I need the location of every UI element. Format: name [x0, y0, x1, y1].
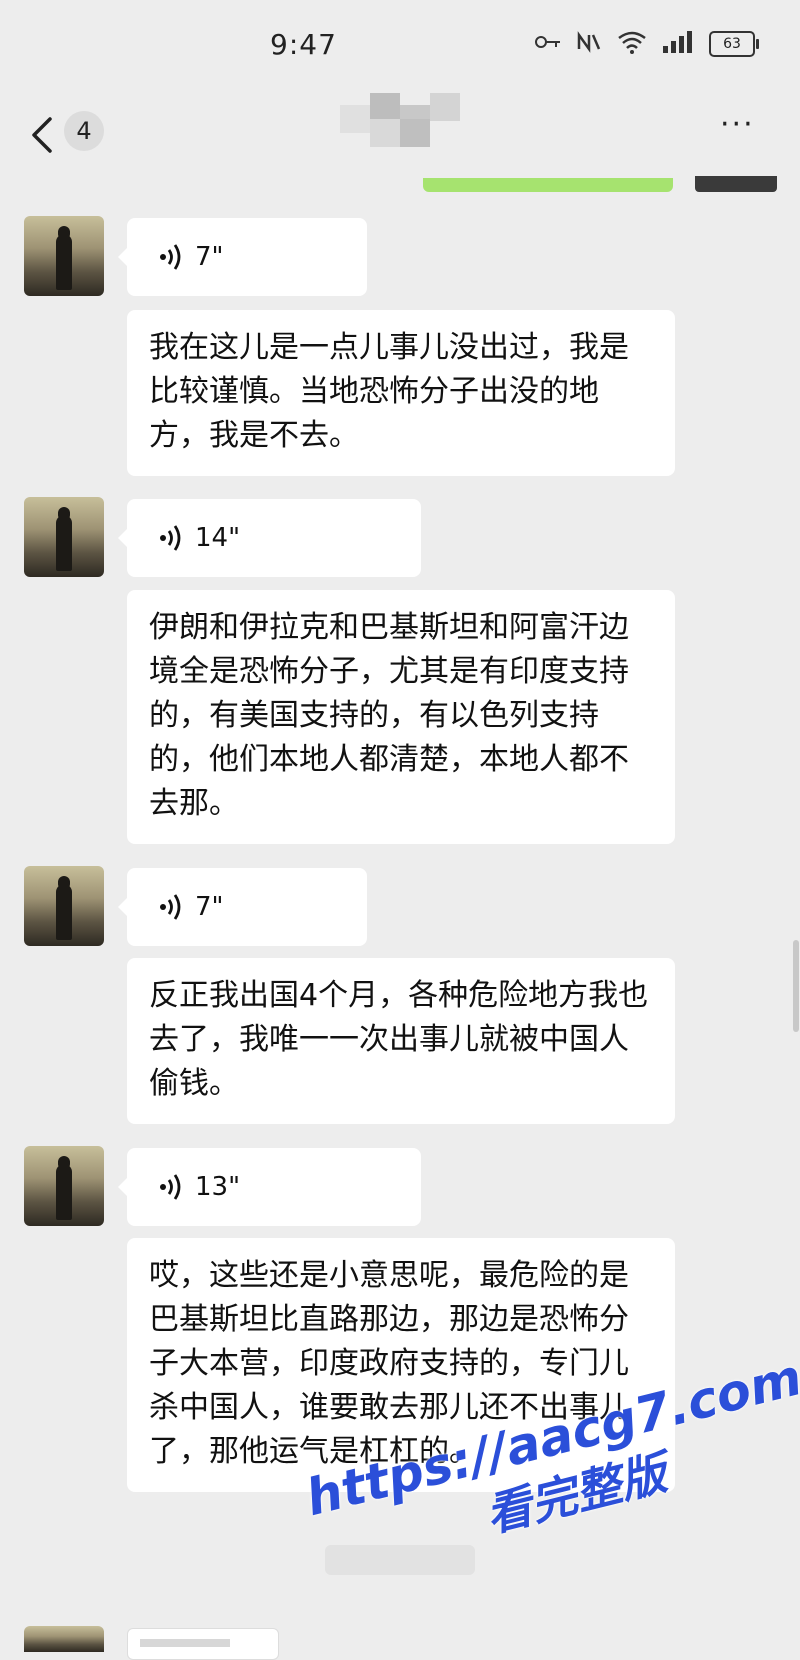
battery-icon: 63	[709, 31, 759, 57]
status-icons: 63	[535, 26, 759, 62]
status-time: 9:47	[270, 28, 337, 61]
key-icon	[535, 34, 561, 54]
voice-duration: 14"	[195, 523, 241, 553]
avatar[interactable]	[24, 1626, 104, 1652]
voice-wave-icon	[160, 894, 181, 920]
voice-wave-icon	[160, 1174, 181, 1200]
voice-message[interactable]: 14"	[118, 499, 421, 577]
avatar[interactable]	[24, 866, 104, 946]
wifi-icon	[617, 30, 647, 58]
nfc-icon	[575, 29, 603, 59]
signal-icon	[661, 30, 695, 58]
previous-sent-bubble	[423, 178, 673, 192]
transcription-text: 伊朗和伊拉克和巴基斯坦和阿富汗边境全是恐怖分子，尤其是有印度支持的，有美国支持的…	[127, 590, 675, 844]
back-button[interactable]	[28, 113, 62, 157]
voice-message[interactable]: 13"	[118, 1148, 421, 1226]
voice-message[interactable]: 7"	[118, 868, 367, 946]
previous-sender-avatar	[695, 176, 777, 192]
avatar[interactable]	[24, 1146, 104, 1226]
transcription-text: 反正我出国4个月，各种危险地方我也去了，我唯一一次出事儿就被中国人偷钱。	[127, 958, 675, 1124]
more-options-button[interactable]: ···	[720, 110, 764, 141]
avatar[interactable]	[24, 497, 104, 577]
voice-wave-icon	[160, 525, 181, 551]
voice-message[interactable]: 7"	[118, 218, 367, 296]
avatar[interactable]	[24, 216, 104, 296]
scrollbar[interactable]	[793, 940, 799, 1032]
chat-header: 4 ···	[0, 93, 800, 175]
link-preview-card[interactable]	[127, 1628, 279, 1660]
voice-duration: 7"	[195, 242, 224, 272]
voice-duration: 13"	[195, 1172, 241, 1202]
status-bar: 9:47 63	[0, 0, 800, 90]
chat-title-blurred	[340, 89, 490, 149]
voice-wave-icon	[160, 244, 181, 270]
unread-badge: 4	[64, 111, 104, 151]
voice-duration: 7"	[195, 892, 224, 922]
transcription-text: 我在这儿是一点儿事儿没出过，我是比较谨慎。当地恐怖分子出没的地方，我是不去。	[127, 310, 675, 476]
chevron-left-icon	[32, 117, 52, 153]
